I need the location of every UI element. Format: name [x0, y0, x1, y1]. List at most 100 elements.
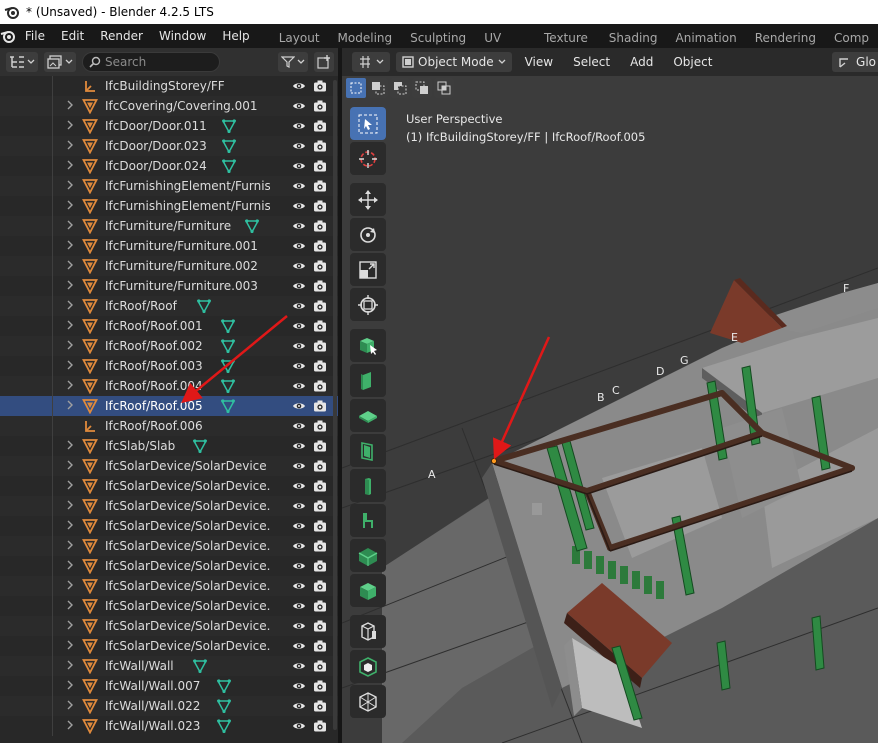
- outliner-row[interactable]: IfcSolarDevice/SolarDevice.001: [0, 476, 340, 496]
- mesh-object-icon[interactable]: [82, 538, 98, 555]
- render-camera-icon[interactable]: [313, 379, 327, 393]
- outliner-row[interactable]: IfcSolarDevice/SolarDevice.003: [0, 516, 340, 536]
- outliner-row[interactable]: IfcDoor/Door.024: [0, 156, 340, 176]
- chevron-right-icon[interactable]: [66, 360, 76, 372]
- render-camera-icon[interactable]: [313, 79, 327, 93]
- element-tool[interactable]: [350, 574, 386, 607]
- select-box-tool[interactable]: [350, 107, 386, 140]
- render-camera-icon[interactable]: [313, 599, 327, 613]
- mesh-object-icon[interactable]: [82, 298, 98, 315]
- mesh-object-icon[interactable]: [82, 198, 98, 215]
- transform-orientation-dropdown[interactable]: Glo: [832, 52, 878, 72]
- outliner-row[interactable]: IfcSolarDevice/SolarDevice.008: [0, 616, 340, 636]
- visibility-eye-icon[interactable]: [292, 139, 306, 153]
- render-camera-icon[interactable]: [313, 479, 327, 493]
- empty-object-icon[interactable]: [82, 418, 98, 434]
- chevron-right-icon[interactable]: [66, 680, 76, 692]
- outliner-row[interactable]: IfcSolarDevice/SolarDevice.007: [0, 596, 340, 616]
- outliner-row[interactable]: IfcRoof/Roof.004: [0, 376, 340, 396]
- render-camera-icon[interactable]: [313, 119, 327, 133]
- chevron-right-icon[interactable]: [66, 560, 76, 572]
- chevron-right-icon[interactable]: [66, 240, 76, 252]
- viewport-menu-object[interactable]: Object: [666, 55, 719, 69]
- render-camera-icon[interactable]: [313, 339, 327, 353]
- render-camera-icon[interactable]: [313, 539, 327, 553]
- outliner-row[interactable]: IfcFurniture/Furniture.003: [0, 276, 340, 296]
- visibility-eye-icon[interactable]: [292, 239, 306, 253]
- render-camera-icon[interactable]: [313, 359, 327, 373]
- visibility-eye-icon[interactable]: [292, 459, 306, 473]
- mesh-data-icon[interactable]: [220, 339, 236, 354]
- visibility-eye-icon[interactable]: [292, 479, 306, 493]
- tab-layout[interactable]: Layout: [270, 24, 329, 48]
- render-camera-icon[interactable]: [313, 279, 327, 293]
- render-camera-icon[interactable]: [313, 299, 327, 313]
- mesh-data-icon[interactable]: [221, 139, 237, 154]
- mesh-object-icon[interactable]: [82, 518, 98, 535]
- chevron-right-icon[interactable]: [66, 600, 76, 612]
- mesh-data-icon[interactable]: [244, 219, 260, 234]
- chevron-right-icon[interactable]: [66, 720, 76, 732]
- tab-compositing[interactable]: Comp: [825, 24, 878, 48]
- tab-uv-editing[interactable]: UV Editing: [475, 24, 535, 73]
- chevron-right-icon[interactable]: [66, 380, 76, 392]
- chevron-right-icon[interactable]: [66, 500, 76, 512]
- stair-tool[interactable]: [350, 539, 386, 572]
- mesh-object-icon[interactable]: [82, 398, 98, 415]
- measure-tool[interactable]: [350, 615, 386, 648]
- mesh-object-icon[interactable]: [82, 578, 98, 595]
- chevron-right-icon[interactable]: [66, 440, 76, 452]
- viewport-menu-view[interactable]: View: [518, 55, 560, 69]
- visibility-eye-icon[interactable]: [292, 159, 306, 173]
- mesh-data-icon[interactable]: [221, 119, 237, 134]
- visibility-eye-icon[interactable]: [292, 219, 306, 233]
- mesh-object-icon[interactable]: [82, 618, 98, 635]
- visibility-eye-icon[interactable]: [292, 259, 306, 273]
- mesh-data-icon[interactable]: [196, 299, 212, 314]
- outliner-row[interactable]: IfcSolarDevice/SolarDevice.005: [0, 556, 340, 576]
- mesh-object-icon[interactable]: [82, 218, 98, 235]
- outliner-row[interactable]: IfcDoor/Door.023: [0, 136, 340, 156]
- render-camera-icon[interactable]: [313, 499, 327, 513]
- mesh-object-icon[interactable]: [82, 178, 98, 195]
- visibility-eye-icon[interactable]: [292, 639, 306, 653]
- outliner-row[interactable]: IfcCovering/Covering.001: [0, 96, 340, 116]
- outliner-row[interactable]: IfcFurnishingElement/Furnishi: [0, 196, 340, 216]
- visibility-eye-icon[interactable]: [292, 279, 306, 293]
- outliner-row[interactable]: IfcSolarDevice/SolarDevice.004: [0, 536, 340, 556]
- mesh-object-icon[interactable]: [82, 718, 98, 735]
- mesh-data-icon[interactable]: [192, 659, 208, 674]
- outliner-row[interactable]: IfcFurniture/Furniture.001: [0, 236, 340, 256]
- empty-object-icon[interactable]: [82, 78, 98, 94]
- display-mode-button[interactable]: [44, 52, 76, 72]
- render-camera-icon[interactable]: [313, 239, 327, 253]
- outliner-row[interactable]: IfcDoor/Door.011: [0, 116, 340, 136]
- move-tool[interactable]: [350, 183, 386, 216]
- mesh-data-icon[interactable]: [220, 379, 236, 394]
- chevron-right-icon[interactable]: [66, 700, 76, 712]
- visibility-eye-icon[interactable]: [292, 299, 306, 313]
- mesh-object-icon[interactable]: [82, 598, 98, 615]
- outliner-row[interactable]: IfcFurniture/Furniture.002: [0, 256, 340, 276]
- visibility-eye-icon[interactable]: [292, 619, 306, 633]
- chevron-right-icon[interactable]: [66, 400, 76, 412]
- mesh-object-icon[interactable]: [82, 678, 98, 695]
- visibility-eye-icon[interactable]: [292, 319, 306, 333]
- mesh-object-icon[interactable]: [82, 238, 98, 255]
- mesh-object-icon[interactable]: [82, 558, 98, 575]
- menu-window[interactable]: Window: [151, 29, 214, 43]
- editor-type-button[interactable]: [352, 52, 390, 72]
- wall-tool[interactable]: [350, 364, 386, 397]
- search-field[interactable]: [82, 52, 220, 72]
- select-extend-button[interactable]: [368, 78, 388, 98]
- render-camera-icon[interactable]: [313, 139, 327, 153]
- mesh-object-icon[interactable]: [82, 498, 98, 515]
- chevron-right-icon[interactable]: [66, 220, 76, 232]
- mesh-object-icon[interactable]: [82, 698, 98, 715]
- chevron-right-icon[interactable]: [66, 140, 76, 152]
- render-camera-icon[interactable]: [313, 719, 327, 733]
- mesh-object-icon[interactable]: [82, 118, 98, 135]
- visibility-eye-icon[interactable]: [292, 179, 306, 193]
- render-camera-icon[interactable]: [313, 259, 327, 273]
- blender-menu-icon[interactable]: [0, 24, 17, 48]
